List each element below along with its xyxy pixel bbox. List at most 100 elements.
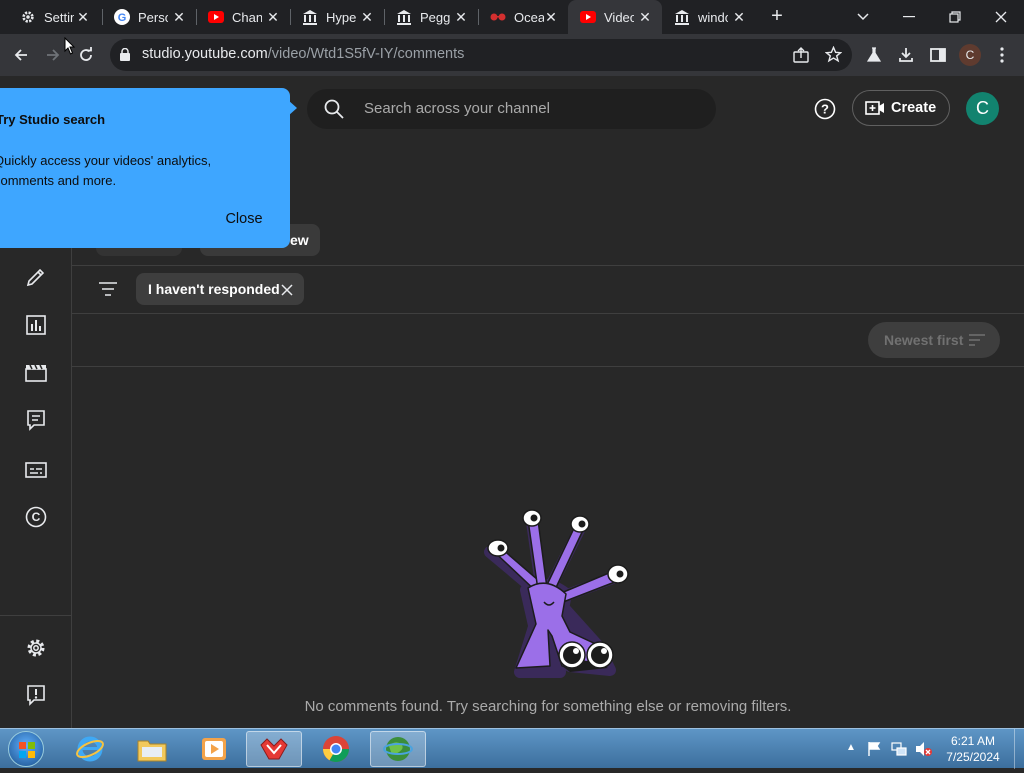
tab-title: Ocean — [514, 9, 544, 25]
empty-state-message: No comments found. Try searching for som… — [304, 698, 792, 715]
side-panel-icon[interactable] — [925, 42, 951, 68]
action-center-flag-icon[interactable] — [866, 741, 882, 762]
url-host: studio.youtube.com — [142, 46, 268, 62]
svg-text:?: ? — [821, 102, 829, 117]
kebab-menu-icon[interactable] — [989, 42, 1015, 68]
show-desktop-button[interactable] — [1014, 729, 1024, 769]
close-tab-icon[interactable]: ✕ — [172, 9, 186, 26]
glasses-icon — [490, 9, 506, 25]
svg-text:G: G — [118, 12, 127, 24]
internet-explorer-icon[interactable] — [62, 731, 118, 767]
close-tab-icon[interactable]: ✕ — [732, 9, 746, 26]
chip-partial-label: ew — [290, 232, 309, 248]
close-tab-icon[interactable]: ✕ — [544, 9, 558, 26]
network-icon[interactable] — [891, 741, 907, 762]
divider — [72, 313, 1024, 314]
minimize-icon[interactable] — [886, 0, 932, 34]
editor-clapper-icon[interactable] — [22, 359, 50, 387]
tab-hyperlinks[interactable]: Hyperlinks ✕ — [290, 0, 384, 34]
back-arrow-icon[interactable] — [8, 42, 34, 68]
url-text[interactable]: studio.youtube.com/video/Wtd1S5fV-IY/com… — [142, 46, 464, 62]
google-icon: G — [114, 9, 130, 25]
app-red-icon[interactable] — [246, 731, 302, 767]
popover-title: Try Studio search — [0, 112, 106, 127]
tab-channel[interactable]: Channel ✕ — [196, 0, 290, 34]
search-placeholder: Search across your channel — [364, 100, 550, 117]
download-icon[interactable] — [893, 42, 919, 68]
profile-avatar-icon[interactable]: C — [957, 42, 983, 68]
comments-icon[interactable] — [22, 406, 50, 434]
close-tab-icon[interactable]: ✕ — [454, 9, 468, 26]
youtube-icon — [208, 9, 224, 25]
network-globe-icon[interactable] — [370, 731, 426, 767]
system-clock[interactable]: 6:21 AM 7/25/2024 — [936, 733, 1010, 765]
feedback-icon[interactable] — [22, 681, 50, 709]
studio-search-popover: Try Studio search Quickly access your vi… — [0, 88, 290, 248]
address-bar[interactable]: studio.youtube.com/video/Wtd1S5fV-IY/com… — [110, 39, 852, 71]
help-icon[interactable]: ? — [814, 98, 836, 125]
windows-taskbar: ▲ 6:21 AM 7/25/2024 — [0, 728, 1024, 769]
gear-icon — [20, 9, 36, 25]
empty-state-illustration — [484, 509, 629, 678]
bank-icon — [674, 9, 690, 25]
tab-title: Settings — [44, 9, 74, 25]
settings-icon[interactable] — [22, 634, 50, 662]
close-tab-icon[interactable]: ✕ — [638, 9, 652, 26]
tab-title: Channel — [232, 9, 262, 25]
divider — [72, 366, 1024, 367]
popover-body: Quickly access your videos' analytics, c… — [0, 153, 212, 188]
edit-icon[interactable] — [22, 263, 50, 291]
bank-icon — [396, 9, 412, 25]
show-hidden-icons-chevron-icon[interactable]: ▲ — [846, 742, 856, 753]
tab-personal[interactable]: G Personal ✕ — [102, 0, 196, 34]
account-avatar[interactable]: C — [966, 92, 999, 125]
analytics-icon[interactable] — [22, 311, 50, 339]
divider — [72, 265, 1024, 266]
tab-title: Personal — [138, 9, 168, 25]
new-tab-plus-icon[interactable]: + — [766, 5, 788, 29]
tab-windows[interactable]: windows ✕ — [662, 0, 756, 34]
popover-arrow — [288, 100, 297, 116]
tab-search-chevron-icon[interactable] — [840, 0, 886, 34]
forward-arrow-icon[interactable] — [40, 42, 66, 68]
restore-icon[interactable] — [932, 0, 978, 34]
subtitles-icon[interactable] — [22, 456, 50, 484]
add-video-icon — [865, 100, 885, 116]
file-explorer-icon[interactable] — [124, 731, 180, 767]
labs-flask-icon[interactable] — [861, 42, 887, 68]
close-tab-icon[interactable]: ✕ — [76, 9, 90, 26]
remove-filter-close-icon[interactable] — [281, 283, 293, 301]
sort-newest-first-button[interactable]: Newest first — [868, 322, 1000, 358]
search-icon — [324, 99, 344, 124]
sort-icon — [968, 333, 986, 350]
filter-chip-not-responded[interactable]: I haven't responded — [136, 273, 304, 305]
profile-initial: C — [959, 44, 981, 66]
create-label: Create — [891, 100, 937, 116]
tab-pegging[interactable]: Pegging ✕ — [384, 0, 478, 34]
lock-icon[interactable] — [120, 47, 130, 66]
bookmark-star-icon[interactable] — [824, 45, 843, 68]
close-tab-icon[interactable]: ✕ — [360, 9, 374, 26]
tab-video-comments[interactable]: Video comments ✕ — [568, 0, 662, 34]
copyright-icon[interactable]: C — [22, 503, 50, 531]
channel-search-input[interactable]: Search across your channel — [307, 89, 716, 129]
close-window-icon[interactable] — [978, 0, 1024, 34]
browser-tab-strip: Settings ✕ G Personal ✕ Channel ✕ Hyperl… — [0, 0, 1024, 34]
sort-label: Newest first — [884, 332, 964, 348]
reload-icon[interactable] — [73, 42, 99, 68]
tab-settings[interactable]: Settings ✕ — [8, 0, 100, 34]
tab-title: Video comments — [604, 9, 634, 25]
filter-icon[interactable] — [98, 281, 118, 302]
popover-close-button[interactable]: Close — [210, 202, 278, 236]
volume-muted-icon[interactable] — [915, 741, 933, 762]
tab-title: windows — [698, 9, 728, 25]
chrome-icon[interactable] — [308, 731, 364, 767]
tab-ocean[interactable]: Ocean ✕ — [478, 0, 568, 34]
close-tab-icon[interactable]: ✕ — [266, 9, 280, 26]
create-button[interactable]: Create — [852, 90, 950, 126]
filter-chip-label: I haven't responded — [148, 281, 280, 297]
browser-toolbar: studio.youtube.com/video/Wtd1S5fV-IY/com… — [0, 34, 1024, 76]
share-icon[interactable] — [793, 47, 809, 68]
media-player-icon[interactable] — [186, 731, 242, 767]
start-orb-icon[interactable] — [8, 731, 44, 767]
